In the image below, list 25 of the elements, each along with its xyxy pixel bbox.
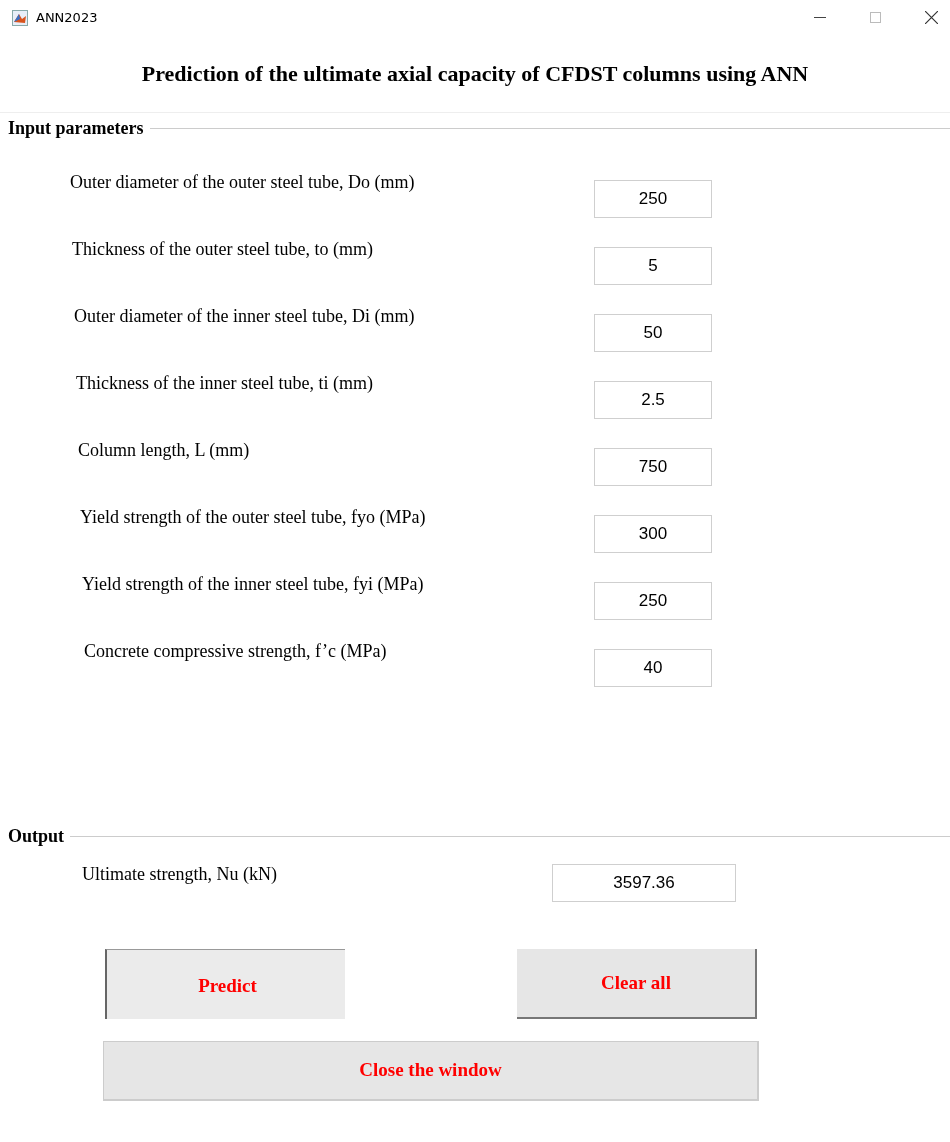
field-label: Thickness of the inner steel tube, ti (mm) bbox=[76, 372, 374, 395]
field-label: Concrete compressive strength, f’c (MPa) bbox=[84, 640, 388, 663]
input-field[interactable]: 2.5 bbox=[594, 380, 712, 419]
field-label: Yield strength of the outer steel tube, fyo (MPa) bbox=[80, 506, 427, 529]
panel-title: Input parameters bbox=[8, 116, 145, 140]
output-field[interactable]: 3597.36 bbox=[552, 864, 736, 902]
input-field[interactable]: 250 bbox=[594, 581, 712, 620]
input-field[interactable]: 5 bbox=[594, 246, 712, 285]
panel-title: Output bbox=[8, 824, 66, 848]
app-heading: Prediction of the ultimate axial capacity of CFDST columns using ANN bbox=[141, 60, 809, 88]
window-title: ANN2023 bbox=[36, 8, 98, 27]
minimize-icon[interactable] bbox=[814, 16, 826, 19]
app-icon bbox=[12, 9, 28, 26]
field-label: Thickness of the outer steel tube, to (mm) bbox=[72, 238, 374, 261]
input-field[interactable]: 50 bbox=[594, 313, 712, 352]
input-field[interactable]: 300 bbox=[594, 514, 712, 553]
field-label: Column length, L (mm) bbox=[78, 439, 251, 462]
close-icon[interactable] bbox=[925, 11, 938, 24]
field-label: Outer diameter of the inner steel tube, Di (mm) bbox=[74, 305, 416, 328]
field-label: Ultimate strength, Nu (kN) bbox=[82, 863, 278, 886]
field-label: Outer diameter of the outer steel tube, Do (mm) bbox=[70, 171, 416, 194]
input-field[interactable]: 250 bbox=[594, 179, 712, 218]
input-field[interactable]: 750 bbox=[594, 447, 712, 486]
input-field[interactable]: 40 bbox=[594, 648, 712, 687]
field-label: Yield strength of the inner steel tube, fyi (MPa) bbox=[82, 573, 425, 596]
